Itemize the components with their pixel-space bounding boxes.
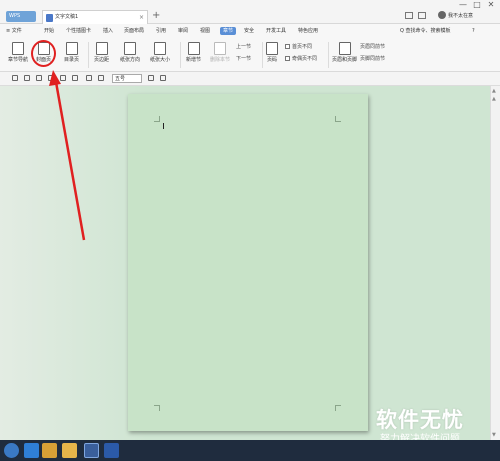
photos-icon[interactable] [42, 443, 57, 458]
app-icon[interactable] [84, 443, 99, 458]
folder-icon[interactable] [62, 443, 77, 458]
start-button-icon[interactable] [4, 443, 19, 458]
wps-writer-icon[interactable] [104, 443, 119, 458]
annotation-arrow [49, 70, 86, 241]
browser-icon[interactable] [24, 443, 39, 458]
system-tray[interactable] [440, 446, 490, 456]
